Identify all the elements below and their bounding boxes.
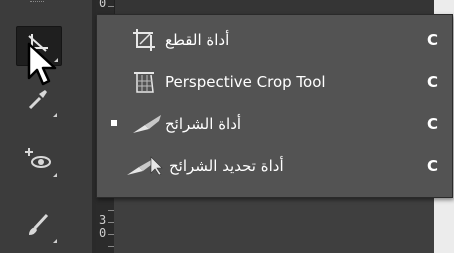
tool-group-indicator <box>53 239 57 243</box>
menu-item-label: أداة تحديد الشرائح <box>169 157 284 175</box>
ruler-label: 0 <box>99 0 107 10</box>
ruler-label: 3 <box>99 213 107 227</box>
menu-item-label: أداة القطع <box>165 31 230 49</box>
menu-item-crop-tool[interactable]: أداة القطع C <box>97 19 452 61</box>
tool-group-indicator <box>53 173 57 177</box>
crop-tools-flyout-menu: أداة القطع C Perspective Crop Tool C أدا… <box>96 14 453 198</box>
menu-item-shortcut: C <box>427 73 439 91</box>
menu-item-shortcut: C <box>427 31 439 49</box>
crop-icon <box>131 27 157 53</box>
eye-tool-button[interactable] <box>16 142 60 180</box>
menu-item-slice-tool[interactable]: أداة الشرائح C <box>97 103 452 145</box>
selected-bullet <box>111 120 117 126</box>
menu-item-perspective-crop-tool[interactable]: Perspective Crop Tool C <box>97 61 452 103</box>
ruler-tick <box>108 6 114 7</box>
document-canvas[interactable] <box>114 196 434 253</box>
menu-item-shortcut: C <box>427 115 439 133</box>
tools-panel <box>0 0 92 253</box>
brush-tool-button[interactable] <box>16 208 60 246</box>
slice-select-icon <box>125 153 165 179</box>
panel-dots <box>30 1 44 5</box>
menu-item-slice-select-tool[interactable]: أداة تحديد الشرائح C <box>97 145 452 187</box>
menu-item-label: أداة الشرائح <box>165 115 242 133</box>
ruler-label: 0 <box>99 226 107 240</box>
eye-plus-icon <box>23 146 53 176</box>
mouse-pointer-icon <box>27 42 61 92</box>
tool-group-indicator <box>53 113 57 117</box>
menu-item-label: Perspective Crop Tool <box>165 73 326 91</box>
perspective-crop-icon <box>131 69 157 95</box>
menu-item-shortcut: C <box>427 157 439 175</box>
brush-icon <box>25 212 51 242</box>
slice-icon <box>131 111 163 137</box>
